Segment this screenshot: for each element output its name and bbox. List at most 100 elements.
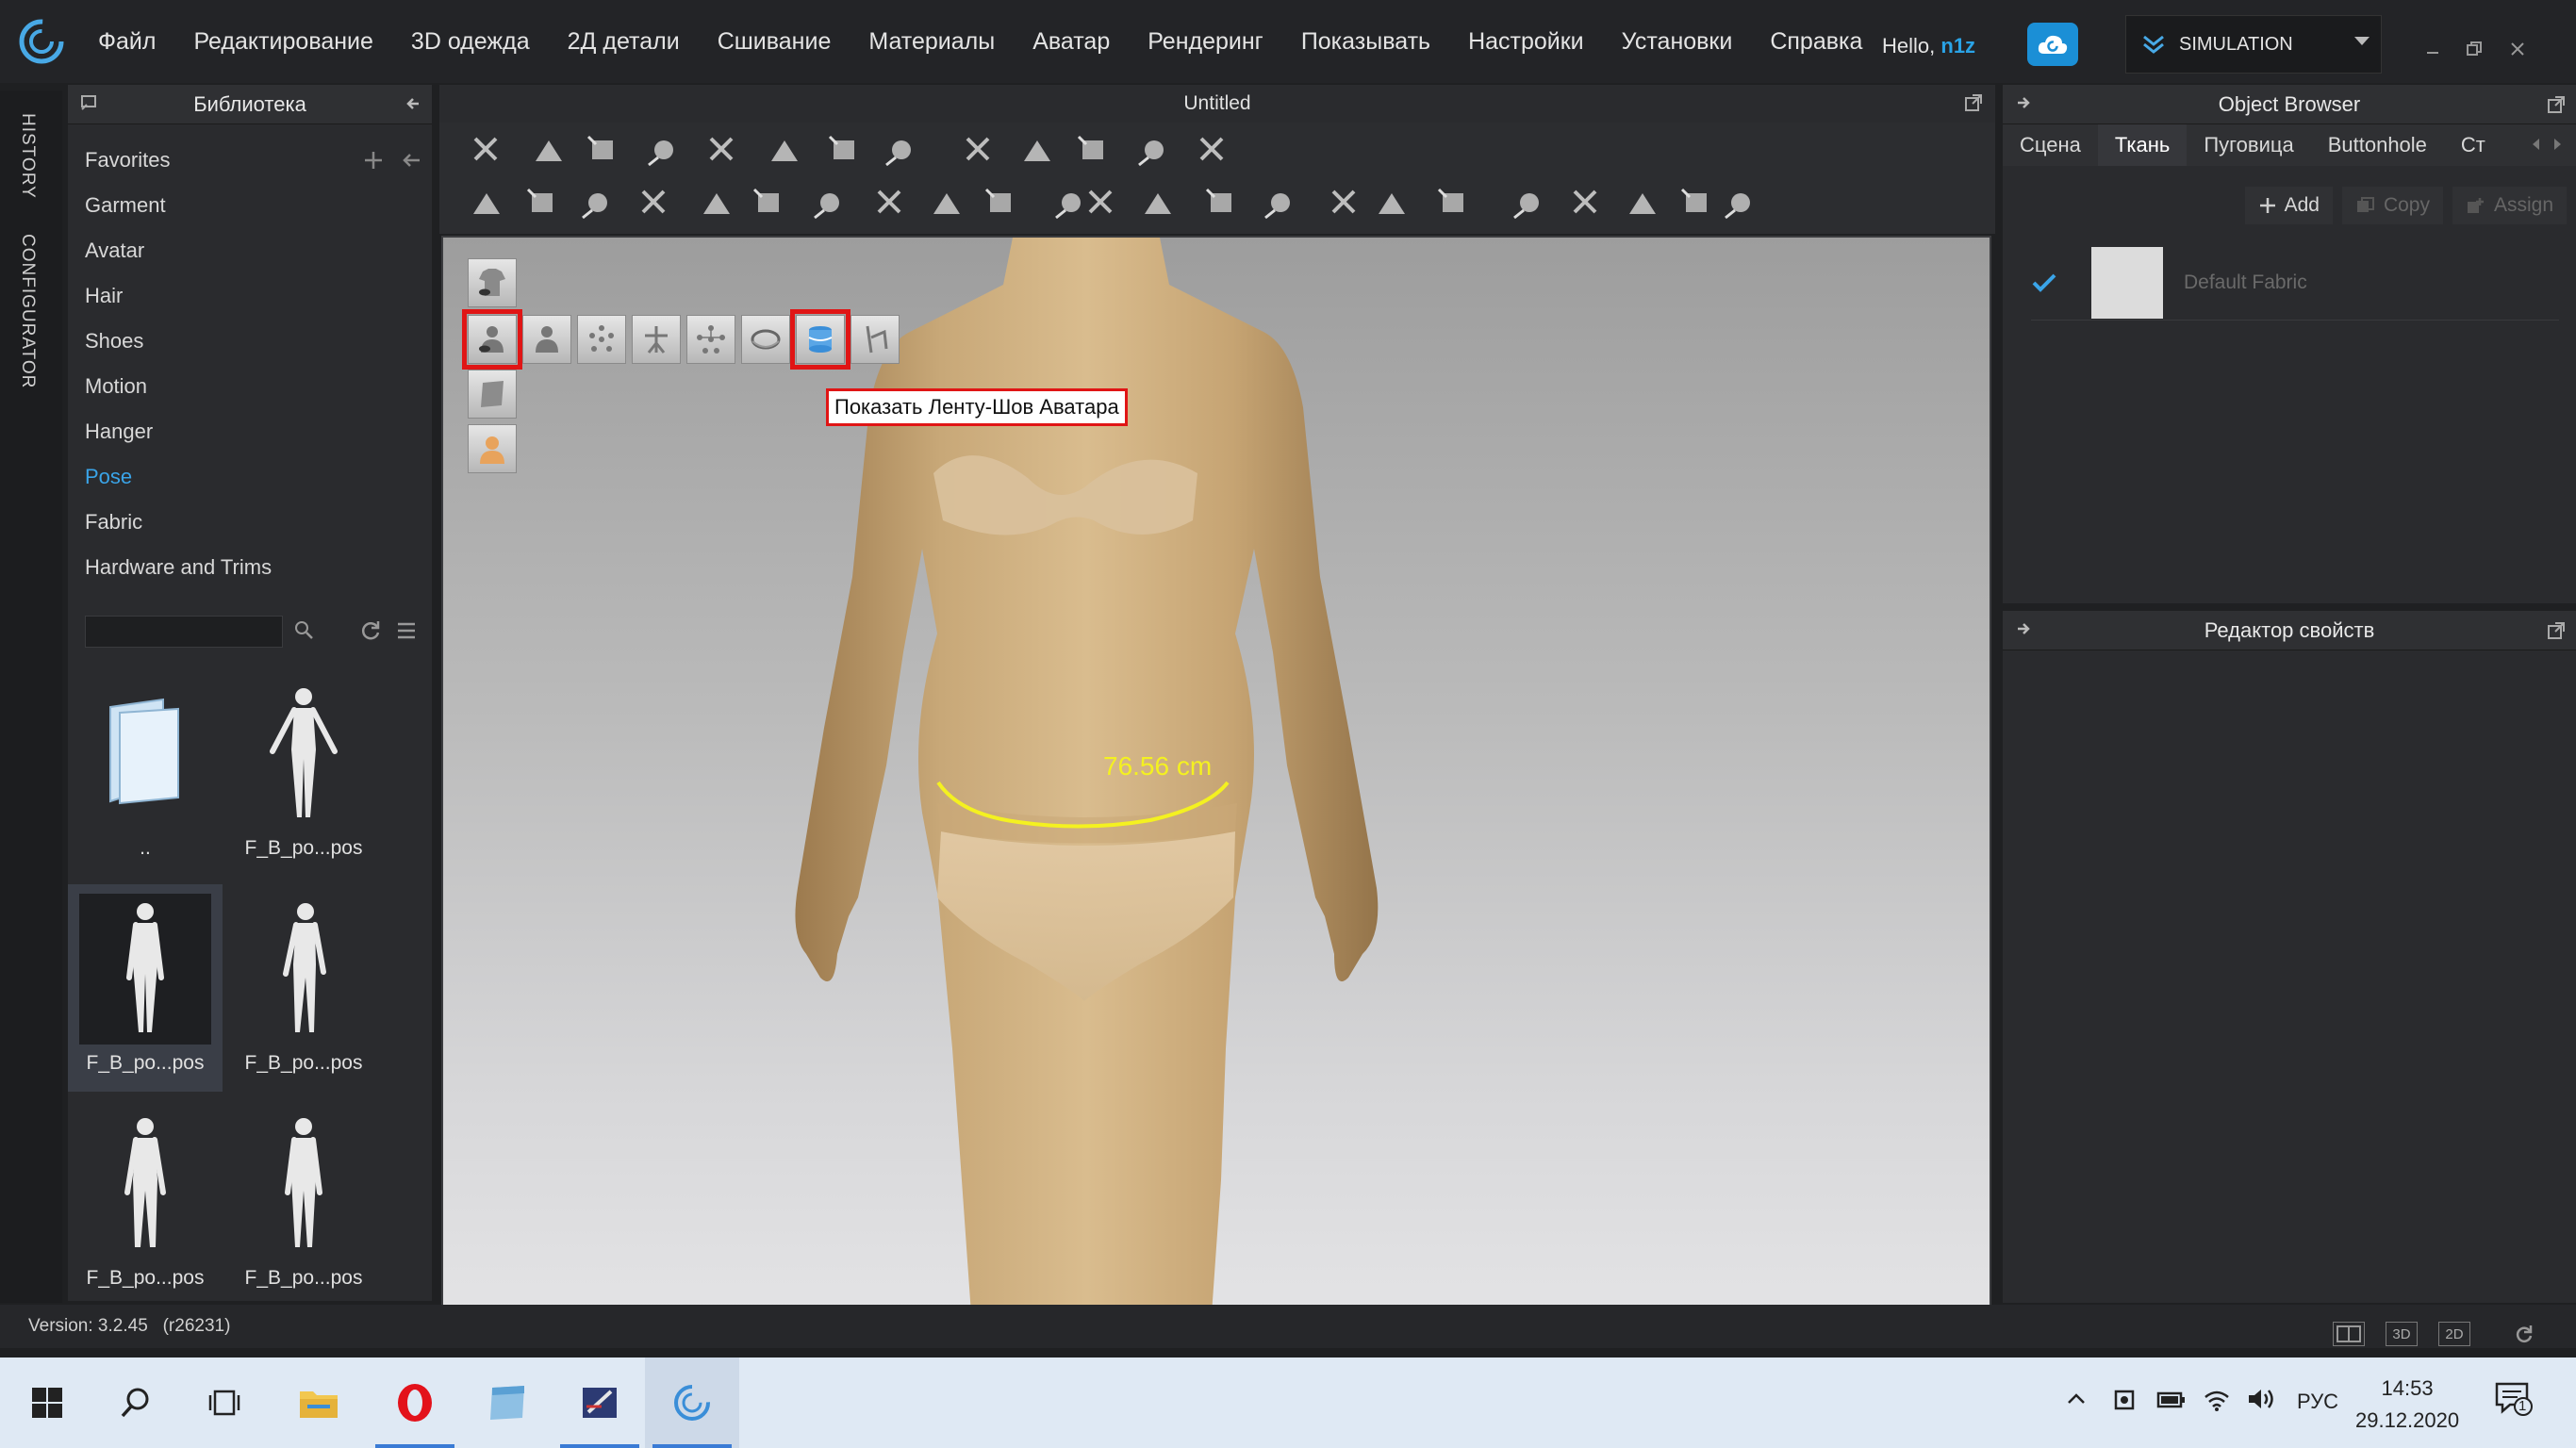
battery-icon[interactable] bbox=[2155, 1386, 2188, 1412]
library-item-pose[interactable]: Pose bbox=[68, 454, 432, 500]
scroll-left-icon[interactable] bbox=[2529, 136, 2542, 157]
taskbar-app-file-explorer[interactable] bbox=[272, 1358, 366, 1448]
tool-icon[interactable] bbox=[811, 185, 849, 222]
pose-thumb[interactable]: F_B_po...pos bbox=[68, 1099, 223, 1307]
show-fabric-texture-button[interactable] bbox=[468, 370, 517, 419]
list-view-icon[interactable] bbox=[394, 618, 419, 648]
show-x-ray-joints-button[interactable] bbox=[632, 315, 681, 364]
menu-avatar[interactable]: Аватар bbox=[1032, 28, 1110, 56]
collapse-left-icon[interactable] bbox=[404, 94, 422, 119]
assign-button[interactable]: Assign bbox=[2452, 187, 2567, 224]
tool-icon[interactable] bbox=[468, 132, 505, 170]
scroll-right-icon[interactable] bbox=[2551, 136, 2565, 157]
menu-settings[interactable]: Настройки bbox=[1468, 28, 1584, 56]
tool-icon[interactable] bbox=[826, 132, 864, 170]
show-garment-button[interactable] bbox=[468, 258, 517, 307]
tool-icon[interactable] bbox=[1567, 185, 1605, 222]
restore-button[interactable] bbox=[2463, 38, 2485, 60]
tool-icon[interactable] bbox=[645, 132, 683, 170]
folder-up-thumb[interactable]: .. bbox=[68, 669, 223, 877]
library-item-hair[interactable]: Hair bbox=[68, 273, 432, 319]
menu-help[interactable]: Справка bbox=[1770, 28, 1862, 56]
back-arrow-icon[interactable] bbox=[400, 149, 422, 172]
tool-icon[interactable] bbox=[871, 185, 909, 222]
language-indicator[interactable]: РУС bbox=[2297, 1390, 2338, 1414]
tray-device-icon[interactable] bbox=[2110, 1386, 2138, 1414]
tool-icon[interactable] bbox=[585, 132, 622, 170]
tool-icon[interactable] bbox=[524, 185, 562, 222]
tool-icon[interactable] bbox=[1678, 185, 1716, 222]
show-landmarks-button[interactable] bbox=[850, 315, 900, 364]
fabric-swatch[interactable] bbox=[2091, 246, 2163, 319]
detach-window-icon[interactable] bbox=[1963, 92, 1984, 119]
minimize-button[interactable] bbox=[2421, 38, 2444, 60]
tool-icon[interactable] bbox=[960, 132, 998, 170]
taskbar-app-clo[interactable] bbox=[645, 1358, 739, 1448]
show-avatar-skeleton-button[interactable] bbox=[522, 315, 571, 364]
add-button[interactable]: Add bbox=[2244, 187, 2333, 224]
menu-file[interactable]: Файл bbox=[98, 28, 156, 56]
tool-icon[interactable] bbox=[1722, 185, 1759, 222]
search-icon[interactable] bbox=[292, 618, 315, 646]
username[interactable]: n1z bbox=[1940, 34, 1975, 58]
tool-icon[interactable] bbox=[1262, 185, 1299, 222]
notifications-icon[interactable]: 1 bbox=[2493, 1380, 2535, 1418]
tool-icon[interactable] bbox=[1135, 132, 1173, 170]
pin-icon[interactable] bbox=[79, 93, 98, 118]
library-item-hardware-trims[interactable]: Hardware and Trims bbox=[68, 545, 432, 590]
refresh-icon[interactable] bbox=[358, 618, 383, 648]
library-item-avatar[interactable]: Avatar bbox=[68, 228, 432, 273]
menu-edit[interactable]: Редактирование bbox=[193, 28, 372, 56]
tool-icon[interactable] bbox=[636, 185, 673, 222]
menu-3d-garment[interactable]: 3D одежда bbox=[411, 28, 530, 56]
tool-icon[interactable] bbox=[1326, 185, 1363, 222]
2d-view-button[interactable]: 2D bbox=[2438, 1322, 2470, 1346]
collapse-right-icon[interactable] bbox=[2014, 619, 2033, 644]
checkmark-icon[interactable] bbox=[2031, 272, 2057, 293]
tool-icon[interactable] bbox=[766, 132, 803, 170]
detach-window-icon[interactable] bbox=[2546, 94, 2567, 121]
pose-thumb[interactable]: F_B_po...pos bbox=[226, 884, 381, 1092]
tool-icon[interactable] bbox=[1511, 185, 1548, 222]
tool-icon[interactable] bbox=[1203, 185, 1241, 222]
avatar-figure[interactable] bbox=[443, 238, 1991, 1312]
tab-buttonhole[interactable]: Buttonhole bbox=[2311, 124, 2444, 166]
tool-icon[interactable] bbox=[1082, 185, 1120, 222]
detach-window-icon[interactable] bbox=[2546, 620, 2567, 647]
tool-icon[interactable] bbox=[1075, 132, 1113, 170]
tool-icon[interactable] bbox=[530, 132, 568, 170]
show-avatar-texture-button[interactable] bbox=[468, 424, 517, 473]
library-item-shoes[interactable]: Shoes bbox=[68, 319, 432, 364]
library-item-fabric[interactable]: Fabric bbox=[68, 500, 432, 545]
3d-view-button[interactable]: 3D bbox=[2386, 1322, 2418, 1346]
taskbar-app-generic[interactable] bbox=[460, 1358, 554, 1448]
wifi-icon[interactable] bbox=[2203, 1386, 2231, 1412]
taskbar-search-button[interactable] bbox=[89, 1358, 183, 1448]
show-ik-joints-button[interactable] bbox=[686, 315, 735, 364]
tool-icon[interactable] bbox=[1435, 185, 1473, 222]
tool-icon[interactable] bbox=[468, 185, 505, 222]
tool-icon[interactable] bbox=[751, 185, 788, 222]
menu-2d-pattern[interactable]: 2Д детали bbox=[568, 28, 680, 56]
tool-icon[interactable] bbox=[983, 185, 1020, 222]
tool-icon[interactable] bbox=[1139, 185, 1177, 222]
fabric-list-item[interactable]: Default Fabric bbox=[2031, 245, 2559, 321]
pose-thumb[interactable]: F_B_po...pos bbox=[226, 669, 381, 877]
tool-icon[interactable] bbox=[1373, 185, 1411, 222]
library-item-garment[interactable]: Garment bbox=[68, 183, 432, 228]
tab-button[interactable]: Пуговица bbox=[2187, 124, 2310, 166]
menu-materials[interactable]: Материалы bbox=[868, 28, 995, 56]
tool-icon[interactable] bbox=[703, 132, 741, 170]
tool-icon[interactable] bbox=[698, 185, 735, 222]
tab-configurator[interactable]: CONFIGURATOR bbox=[17, 234, 38, 388]
taskbar-app-opera[interactable] bbox=[368, 1358, 462, 1448]
pose-thumb-selected[interactable]: F_B_po...pos bbox=[68, 884, 223, 1092]
tab-fabric[interactable]: Ткань bbox=[2097, 124, 2188, 166]
menu-sewing[interactable]: Сшивание bbox=[718, 28, 832, 56]
start-button[interactable] bbox=[0, 1358, 94, 1448]
taskbar-app-editor[interactable] bbox=[553, 1358, 647, 1448]
tool-icon[interactable] bbox=[1018, 132, 1056, 170]
tab-scene[interactable]: Сцена bbox=[2003, 124, 2098, 166]
tool-icon[interactable] bbox=[928, 185, 966, 222]
tab-history[interactable]: HISTORY bbox=[17, 113, 38, 199]
